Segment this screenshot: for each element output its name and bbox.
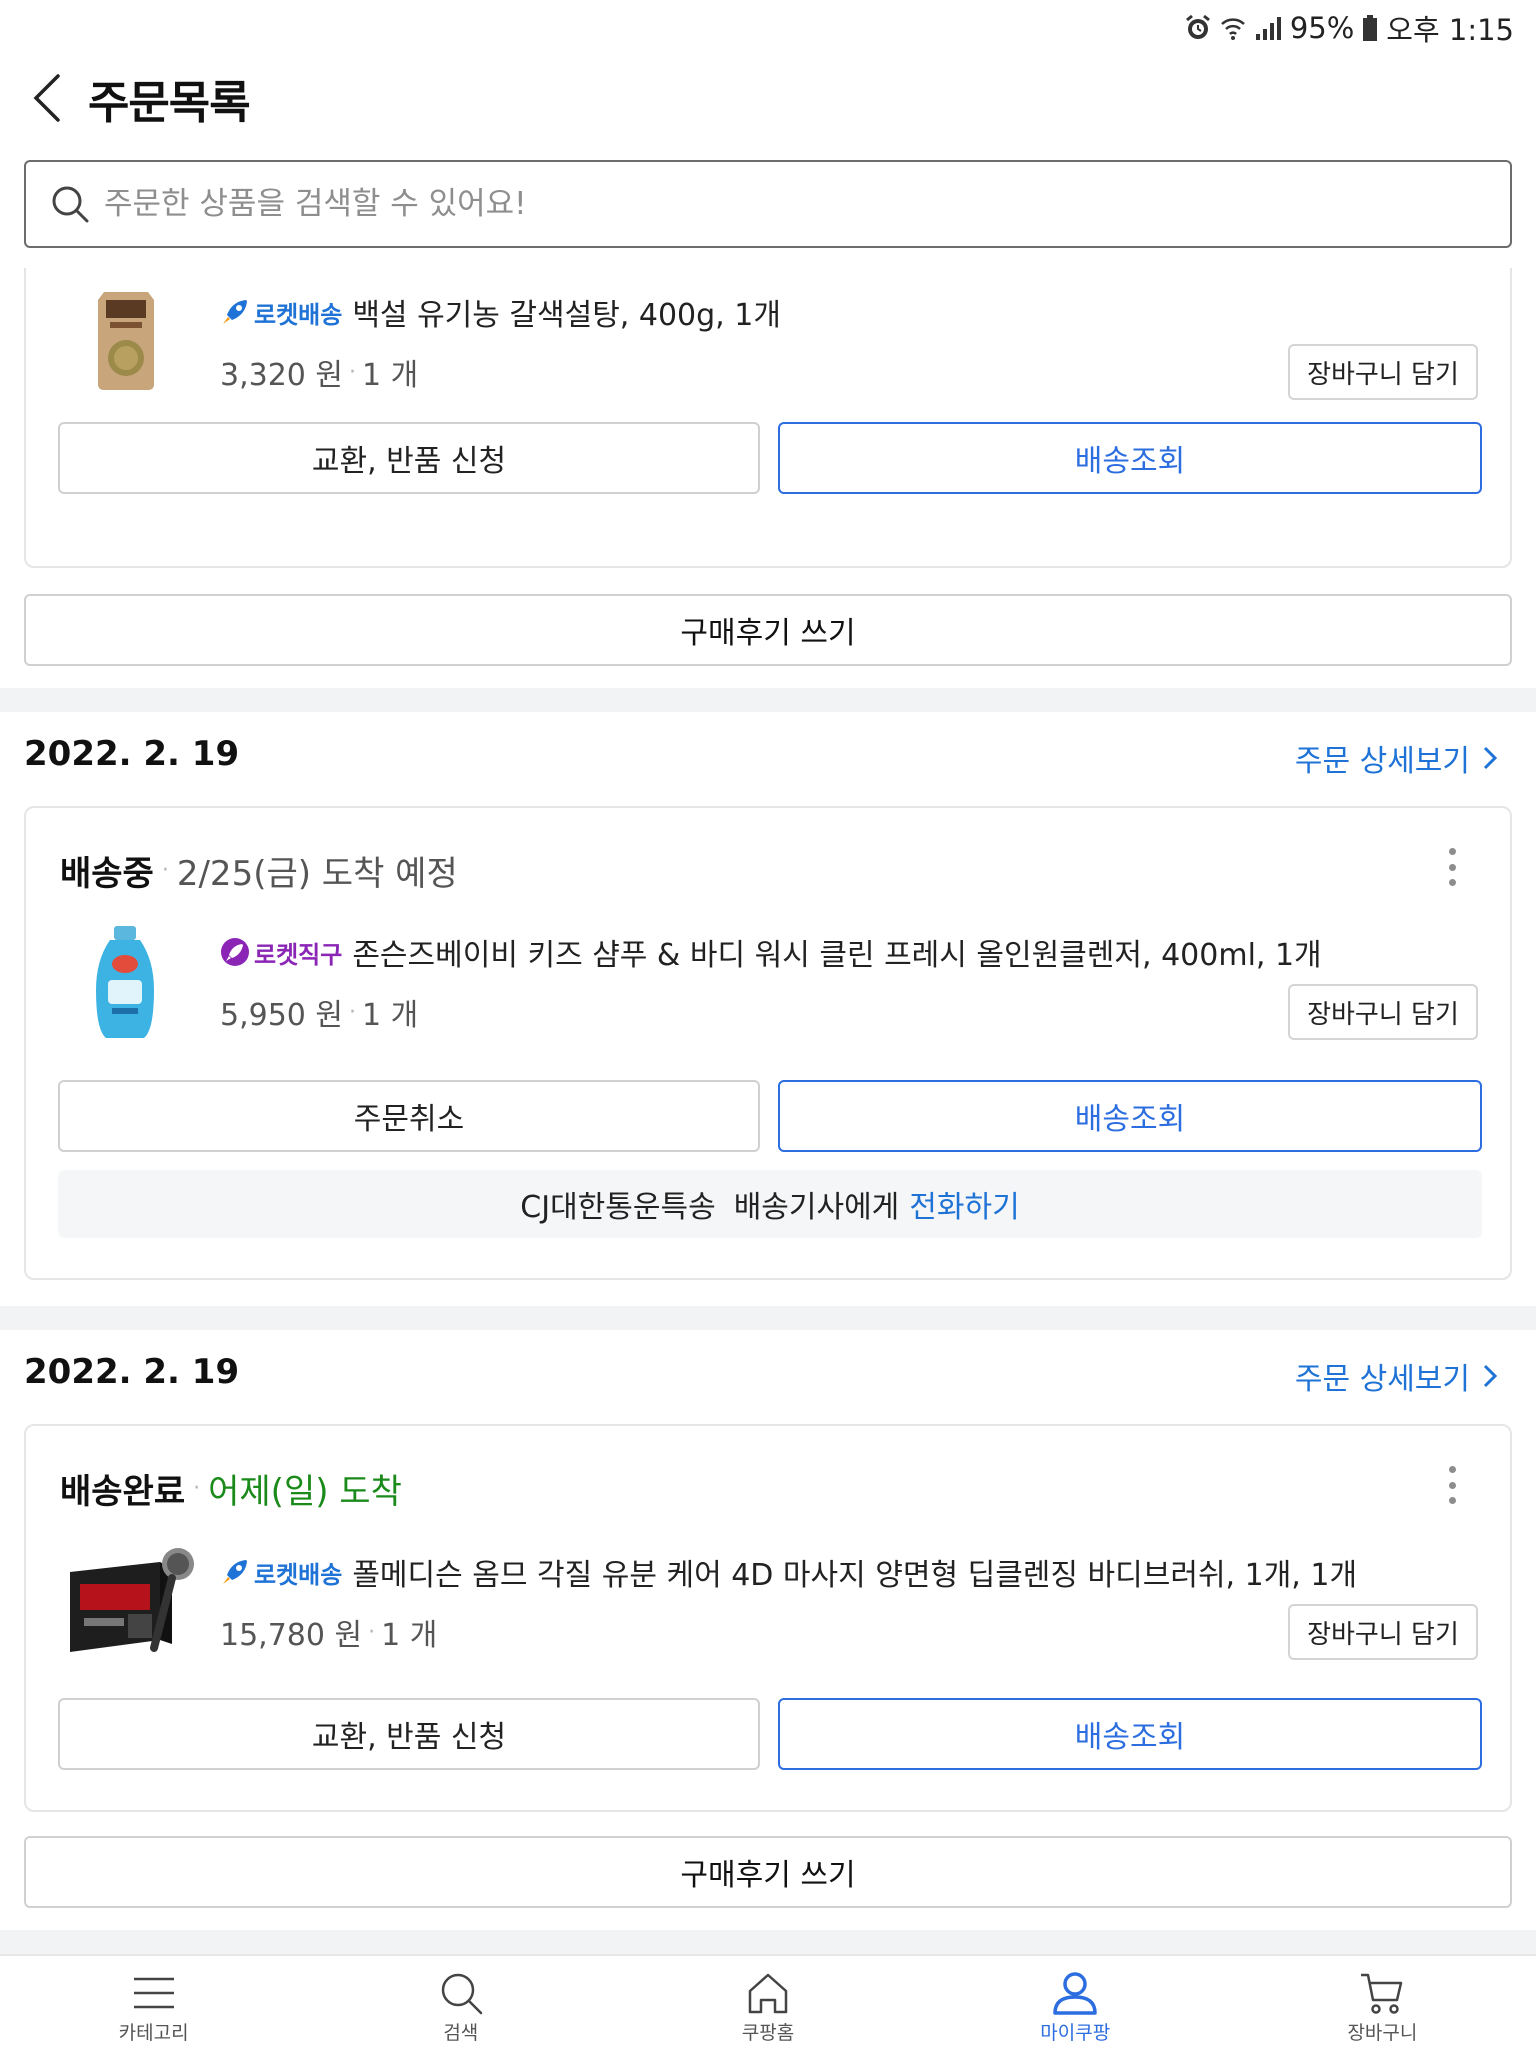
tab-cart[interactable]: 장바구니 [1229,1956,1536,2048]
rocket-global-badge: 로켓직구 [220,935,342,970]
product-name[interactable]: 로켓배송 폴메디슨 옴므 각질 유분 케어 4D 마사지 양면형 딥클렌징 바디… [220,1550,1357,1594]
sugar-pouch-icon [98,292,154,390]
product-image [66,924,186,1044]
rocket-icon [223,1560,247,1584]
write-review-button[interactable]: 구매후기 쓰기 [24,594,1512,666]
alarm-icon [1185,14,1210,39]
product-price: 3,320 원 · 1 개 [220,358,419,393]
person-icon [1053,1972,1097,2015]
track-delivery-button[interactable]: 배송조회 [778,1080,1482,1152]
more-options-icon[interactable] [1446,848,1458,886]
page-title: 주문목록 [88,76,251,129]
rocket-delivery-badge: 로켓배송 [220,295,342,330]
search-icon [441,1973,483,2015]
product-name[interactable]: 로켓직구 존슨즈베이비 키즈 샴푸 & 바디 워시 클린 프레시 올인원클렌저,… [220,930,1322,974]
top-header: 95% 오후 1:15 주문목록 [0,0,1536,268]
order-card: 배송중 · 2/25(금) 도착 예정 로켓직구 존슨즈베이비 키즈 샴푸 & 바디… [24,806,1512,1280]
tab-home[interactable]: 쿠팡홈 [614,1956,921,2048]
product-image [66,280,186,400]
status-bar: 95% 오후 1:15 [1184,6,1514,50]
delivery-status: 배송완료 · 어제(일) 도착 [60,1472,402,1512]
track-delivery-button[interactable]: 배송조회 [778,1698,1482,1770]
shampoo-bottle-icon [96,926,154,1038]
menu-icon [133,1977,174,2009]
delivery-status: 배송중 · 2/25(금) 도착 예정 [60,854,458,894]
add-to-cart-button[interactable]: 장바구니 담기 [1288,984,1478,1040]
order-date: 2022. 2. 19 [24,734,240,774]
chevron-left-icon [33,74,60,122]
rocket-icon [223,300,247,324]
exchange-return-button[interactable]: 교환, 반품 신청 [58,422,760,494]
rocket-delivery-badge: 로켓배송 [220,1555,342,1590]
back-button[interactable] [24,70,74,126]
wifi-icon [1220,18,1245,40]
order-detail-link[interactable]: 주문 상세보기 [1295,1354,1498,1398]
product-image [66,1544,200,1664]
product-name[interactable]: 로켓배송 백설 유기농 갈색설탕, 400g, 1개 [220,290,781,334]
cart-icon [1361,1973,1403,2014]
chevron-right-icon [1483,746,1498,770]
battery-icon [1363,15,1378,41]
add-to-cart-button[interactable]: 장바구니 담기 [1288,344,1478,400]
product-price: 15,780 원 · 1 개 [220,1618,438,1653]
battery-level: 95% [1289,11,1355,45]
write-review-button[interactable]: 구매후기 쓰기 [24,1836,1512,1908]
call-driver-link[interactable]: 전화하기 [909,1182,1019,1226]
order-section: 로켓배송 백설 유기농 갈색설탕, 400g, 1개 3,320 원 · 1 개 장… [0,248,1536,688]
exchange-return-button[interactable]: 교환, 반품 신청 [58,1698,760,1770]
courier-company: CJ대한통운특송 [520,1190,716,1225]
signal-icon [1255,17,1281,40]
courier-label: 배송기사에게 [733,1190,900,1225]
search-input[interactable] [104,186,1404,222]
tab-my-coupang[interactable]: 마이쿠팡 [922,1956,1229,2048]
cancel-order-button[interactable]: 주문취소 [58,1080,760,1152]
order-section: 2022. 2. 19 주문 상세보기 배송중 · 2/25(금) 도착 예정 로켓… [0,712,1536,1306]
product-price: 5,950 원 · 1 개 [220,998,419,1033]
tab-category[interactable]: 카테고리 [0,1956,307,2048]
order-detail-link[interactable]: 주문 상세보기 [1295,736,1498,780]
rocket-global-icon [221,938,249,966]
search-box[interactable] [24,160,1512,248]
courier-info: CJ대한통운특송 배송기사에게 전화하기 [58,1170,1482,1238]
track-delivery-button[interactable]: 배송조회 [778,422,1482,494]
order-section: 2022. 2. 19 주문 상세보기 배송완료 · 어제(일) 도착 로켓배송… [0,1330,1536,1930]
search-icon [52,186,89,223]
order-card: 배송완료 · 어제(일) 도착 로켓배송 폴메디슨 옴므 각질 유분 케어 4D 마… [24,1424,1512,1812]
clock: 오후 1:15 [1386,13,1514,47]
tab-search[interactable]: 검색 [307,1956,614,2048]
more-options-icon[interactable] [1446,1466,1458,1504]
body-brush-box-icon [70,1548,194,1652]
order-date: 2022. 2. 19 [24,1352,240,1392]
home-icon [748,1973,788,2014]
chevron-right-icon [1483,1364,1498,1388]
bottom-tab-bar: 카테고리 검색 쿠팡홈 마이쿠팡 장바구니 [0,1954,1536,2048]
add-to-cart-button[interactable]: 장바구니 담기 [1288,1604,1478,1660]
order-card: 로켓배송 백설 유기농 갈색설탕, 400g, 1개 3,320 원 · 1 개 장… [24,248,1512,568]
